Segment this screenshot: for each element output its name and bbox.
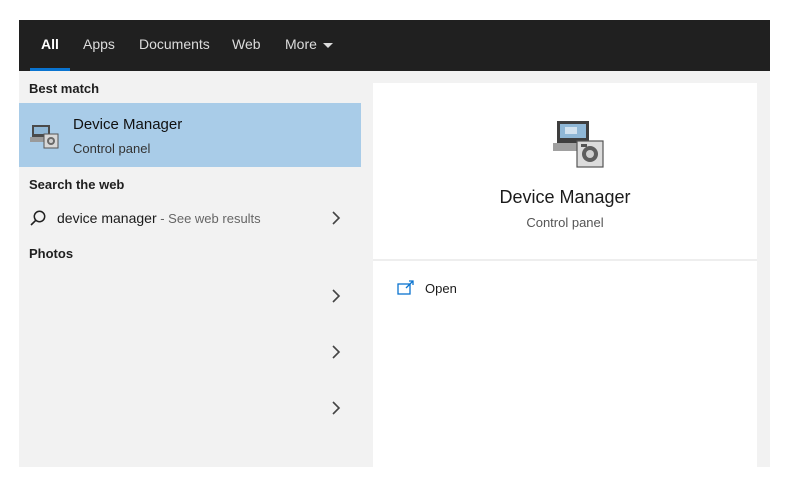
tab-documents[interactable]: Documents xyxy=(139,20,210,71)
tab-web[interactable]: Web xyxy=(232,20,261,71)
search-tabs-bar: All Apps Documents Web More xyxy=(19,20,770,71)
photos-heading: Photos xyxy=(29,246,74,261)
web-query-suffix: - See web results xyxy=(156,211,261,226)
divider xyxy=(373,259,757,261)
chevron-right-icon[interactable] xyxy=(330,345,342,359)
preview-title: Device Manager xyxy=(499,187,631,207)
best-match-title: Device Manager xyxy=(73,116,183,133)
results-list: Best match Device Manager Control panel … xyxy=(19,71,361,467)
preview-subtitle: Control panel xyxy=(526,215,604,230)
best-match-heading: Best match xyxy=(29,81,100,96)
search-icon xyxy=(30,210,46,226)
search-window: All Apps Documents Web More Best match D… xyxy=(19,20,770,467)
chevron-down-icon xyxy=(322,42,333,48)
tab-apps[interactable]: Apps xyxy=(83,20,115,71)
search-the-web-heading: Search the web xyxy=(29,177,125,192)
open-icon xyxy=(397,280,414,295)
device-manager-icon xyxy=(553,121,604,168)
chevron-right-icon[interactable] xyxy=(330,401,342,415)
open-action-label: Open xyxy=(425,281,457,296)
tab-all[interactable]: All xyxy=(30,20,70,71)
chevron-right-icon[interactable] xyxy=(330,211,342,225)
best-match-subtitle: Control panel xyxy=(73,141,151,156)
best-match-item[interactable]: Device Manager Control panel xyxy=(19,103,361,167)
open-action[interactable]: Open xyxy=(397,278,517,300)
tab-more[interactable]: More xyxy=(285,20,333,71)
preview-panel: Device Manager Control panel Open xyxy=(373,83,757,467)
web-search-result[interactable]: device manager - See web results xyxy=(19,203,361,233)
chevron-right-icon[interactable] xyxy=(330,289,342,303)
web-query: device manager xyxy=(57,210,157,226)
device-manager-icon xyxy=(30,125,59,149)
